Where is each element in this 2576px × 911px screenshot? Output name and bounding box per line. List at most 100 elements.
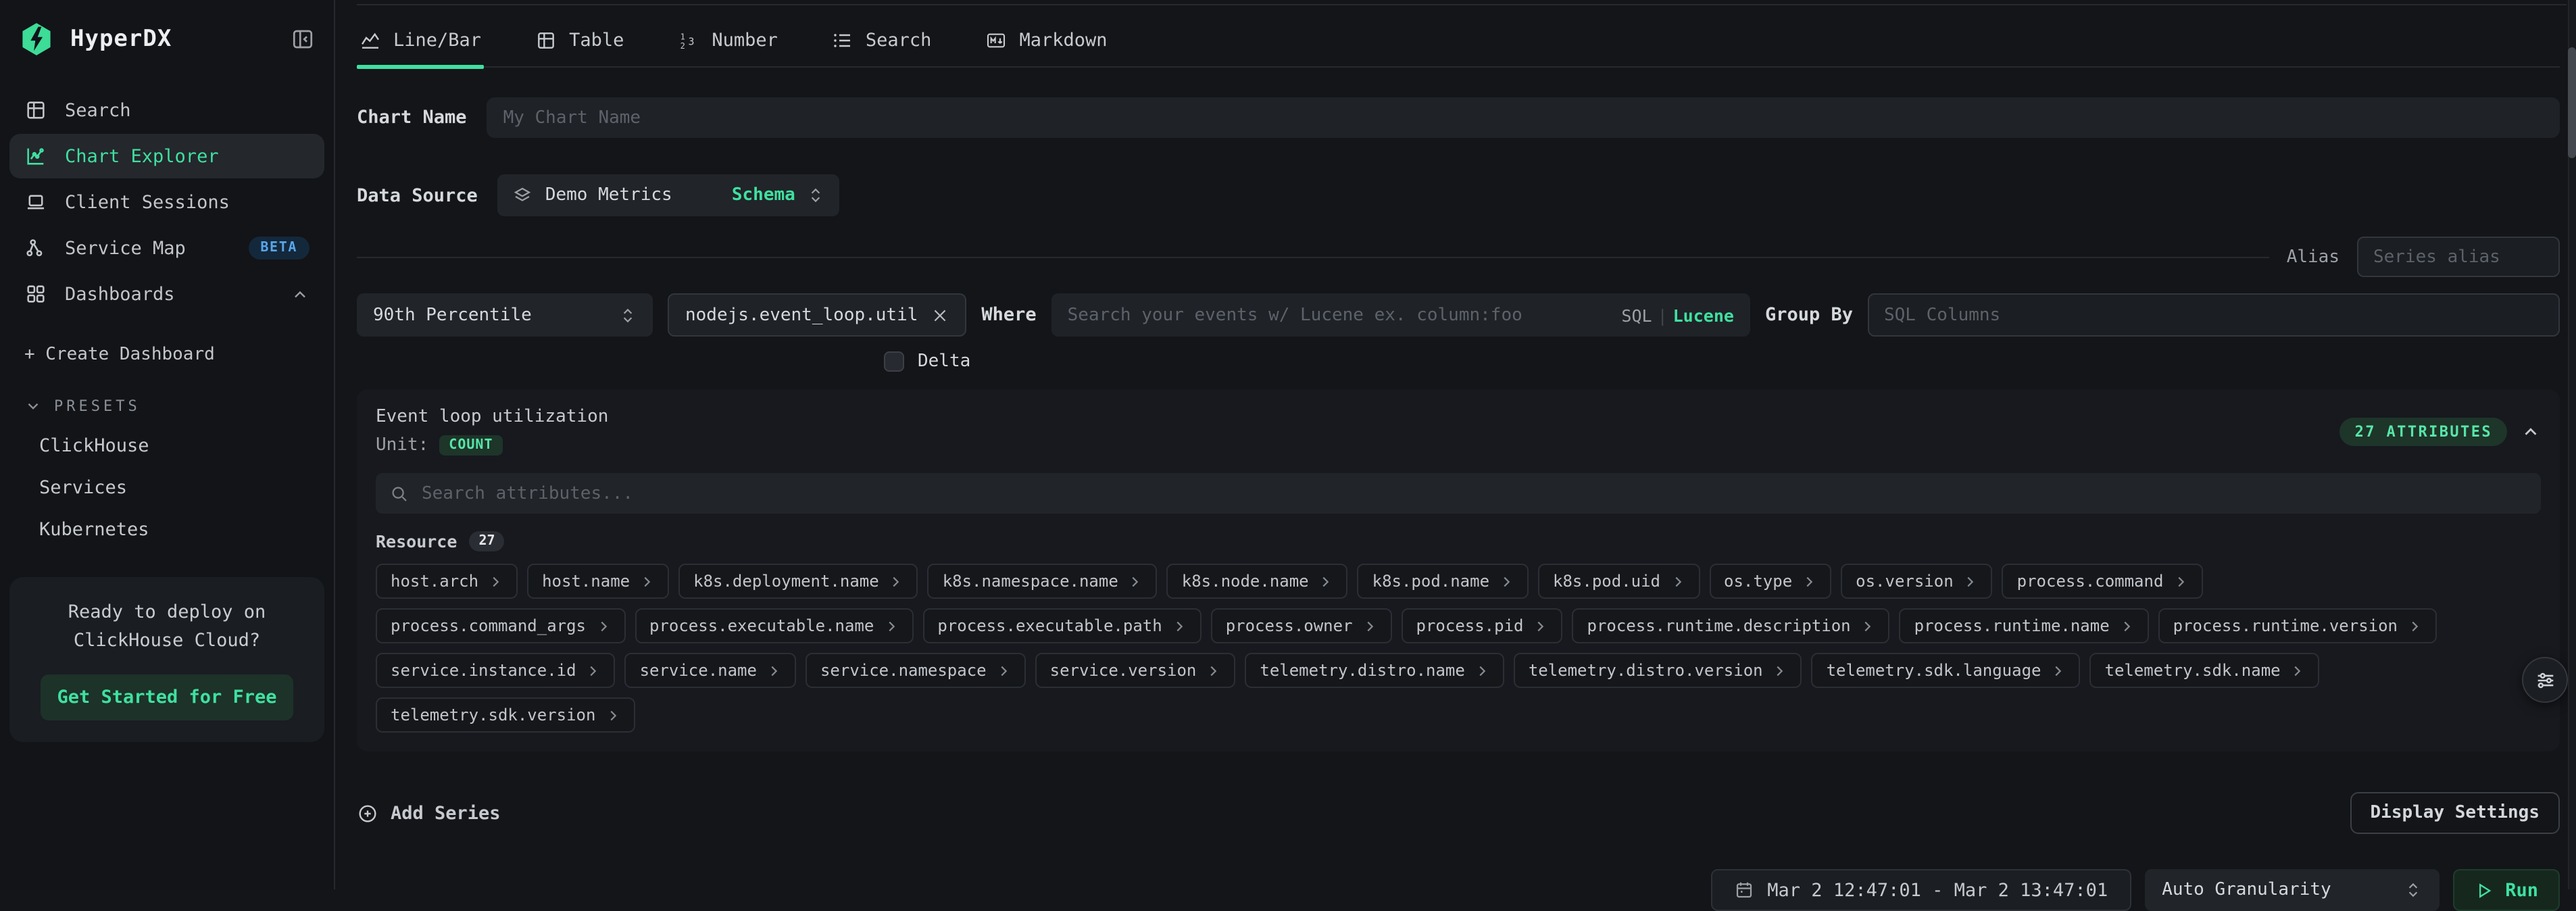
time-range-value: Mar 2 12:47:01 - Mar 2 13:47:01 <box>1767 879 2108 901</box>
attribute-chip[interactable]: k8s.node.name <box>1167 564 1348 599</box>
attribute-name: process.owner <box>1226 616 1353 635</box>
close-icon[interactable] <box>931 306 949 324</box>
tab-markdown[interactable]: Markdown <box>983 19 1110 66</box>
delta-label: Delta <box>918 351 970 372</box>
sql-lucene-toggle[interactable]: SQL|Lucene <box>1621 305 1734 325</box>
tab-line-bar[interactable]: Line/Bar <box>357 19 484 66</box>
attribute-chip[interactable]: k8s.namespace.name <box>928 564 1158 599</box>
data-source-select[interactable]: Demo Metrics Schema <box>498 174 840 216</box>
preset-item[interactable]: ClickHouse <box>39 435 334 457</box>
alias-input[interactable] <box>2373 247 2544 267</box>
chevron-right-icon <box>1128 574 1143 589</box>
time-range-picker[interactable]: Mar 2 12:47:01 - Mar 2 13:47:01 <box>1710 869 2131 911</box>
chevron-right-icon <box>1670 574 1685 589</box>
attribute-chip[interactable]: telemetry.sdk.name <box>2090 653 2320 688</box>
tab-search[interactable]: Search <box>829 19 935 66</box>
alias-row: Alias <box>357 237 2560 277</box>
tab-number[interactable]: 123 Number <box>675 19 781 66</box>
svg-text:3: 3 <box>688 36 694 48</box>
create-dashboard-button[interactable]: + Create Dashboard <box>24 345 334 365</box>
attribute-chip[interactable]: process.command_args <box>376 608 625 643</box>
sidebar-item-service-map[interactable]: Service Map BETA <box>9 226 324 270</box>
attribute-chip[interactable]: telemetry.distro.version <box>1514 653 1802 688</box>
chevron-up-icon[interactable] <box>2521 422 2541 442</box>
chevron-right-icon <box>2119 618 2134 633</box>
attribute-chip[interactable]: k8s.pod.uid <box>1538 564 1700 599</box>
preset-item[interactable]: Kubernetes <box>39 519 334 541</box>
attribute-chip[interactable]: service.instance.id <box>376 653 616 688</box>
collapse-sidebar-icon[interactable] <box>291 27 315 51</box>
schema-link[interactable]: Schema <box>732 185 795 205</box>
sql-option[interactable]: SQL <box>1621 305 1652 325</box>
chevron-right-icon <box>605 708 620 722</box>
attribute-chip[interactable]: host.arch <box>376 564 518 599</box>
chart-type-tabs: Line/Bar Table 123 Number Search <box>357 0 2560 68</box>
where-label: Where <box>981 304 1036 326</box>
attribute-chip[interactable]: os.version <box>1841 564 1993 599</box>
scrollbar-track[interactable] <box>2568 0 2576 889</box>
attribute-chip[interactable]: service.name <box>625 653 796 688</box>
presets-header[interactable]: PRESETS <box>24 397 334 415</box>
sidebar-item-chart-explorer[interactable]: Chart Explorer <box>9 134 324 178</box>
group-by-input[interactable] <box>1884 305 2544 325</box>
sidebar: HyperDX Search Chart Explorer <box>0 0 335 889</box>
attribute-name: k8s.pod.uid <box>1553 572 1660 591</box>
attribute-name: telemetry.distro.version <box>1529 661 1763 680</box>
attribute-chip[interactable]: process.pid <box>1402 608 1563 643</box>
filter-settings-fab[interactable] <box>2522 657 2568 703</box>
attribute-name: host.arch <box>391 572 478 591</box>
delta-checkbox[interactable] <box>884 351 904 372</box>
resource-count-badge: 27 <box>469 531 504 551</box>
app-title: HyperDX <box>70 26 172 53</box>
sidebar-item-dashboards[interactable]: Dashboards <box>9 272 324 316</box>
attribute-chip[interactable]: service.namespace <box>806 653 1026 688</box>
display-settings-button[interactable]: Display Settings <box>2350 792 2560 834</box>
attribute-chip[interactable]: k8s.deployment.name <box>678 564 918 599</box>
sidebar-item-client-sessions[interactable]: Client Sessions <box>9 180 324 224</box>
granularity-select[interactable]: Auto Granularity <box>2144 869 2439 911</box>
markdown-icon <box>985 30 1007 51</box>
attribute-chip[interactable]: process.owner <box>1211 608 1392 643</box>
attribute-chip[interactable]: k8s.pod.name <box>1358 564 1529 599</box>
play-icon <box>2474 881 2493 900</box>
series-row: 90th Percentile nodejs.event_loop.util W… <box>357 293 2560 337</box>
attribute-chip[interactable]: telemetry.sdk.language <box>1812 653 2081 688</box>
chart-name-input[interactable] <box>503 107 2544 128</box>
attribute-chip[interactable]: service.version <box>1035 653 1236 688</box>
attribute-chip[interactable]: process.runtime.description <box>1572 608 1890 643</box>
attribute-name: process.runtime.description <box>1587 616 1851 635</box>
attribute-chip[interactable]: process.runtime.version <box>2158 608 2437 643</box>
attribute-chip[interactable]: process.executable.path <box>922 608 1201 643</box>
chevron-up-icon[interactable] <box>291 285 309 303</box>
sidebar-item-search[interactable]: Search <box>9 88 324 132</box>
run-button[interactable]: Run <box>2452 869 2560 911</box>
chevron-updown-icon <box>808 187 825 204</box>
attribute-chip[interactable]: telemetry.distro.name <box>1245 653 1504 688</box>
panel-header-left: Event loop utilization Unit: COUNT <box>376 407 608 456</box>
attribute-chip[interactable]: os.type <box>1709 564 1831 599</box>
attribute-chip[interactable]: process.command <box>2002 564 2203 599</box>
chart-name-field <box>487 97 2560 138</box>
aggregation-select[interactable]: 90th Percentile <box>357 293 653 337</box>
chevron-right-icon <box>2290 663 2305 678</box>
preset-item[interactable]: Services <box>39 477 334 499</box>
panel-header-right: 27 ATTRIBUTES <box>2340 407 2541 446</box>
chevron-right-icon <box>1475 663 1489 678</box>
attribute-chip[interactable]: process.executable.name <box>635 608 913 643</box>
alias-label: Alias <box>2287 247 2339 267</box>
get-started-button[interactable]: Get Started for Free <box>41 674 294 720</box>
attribute-search-input[interactable] <box>422 483 2527 503</box>
add-series-button[interactable]: Add Series <box>357 802 501 824</box>
lucene-option[interactable]: Lucene <box>1673 305 1734 325</box>
metric-chip[interactable]: nodejs.event_loop.util <box>668 293 966 337</box>
attribute-chip[interactable]: process.runtime.name <box>1900 608 2149 643</box>
chart-name-row: Chart Name <box>357 97 2560 138</box>
tab-table[interactable]: Table <box>532 19 626 66</box>
data-source-row: Data Source Demo Metrics Schema <box>357 174 2560 216</box>
scrollbar-thumb[interactable] <box>2568 47 2576 158</box>
plus-circle-icon <box>357 802 378 824</box>
attribute-chip[interactable]: host.name <box>527 564 669 599</box>
aggregation-value: 90th Percentile <box>373 305 532 325</box>
attribute-chip[interactable]: telemetry.sdk.version <box>376 697 635 733</box>
where-search-input[interactable] <box>1068 305 1611 325</box>
